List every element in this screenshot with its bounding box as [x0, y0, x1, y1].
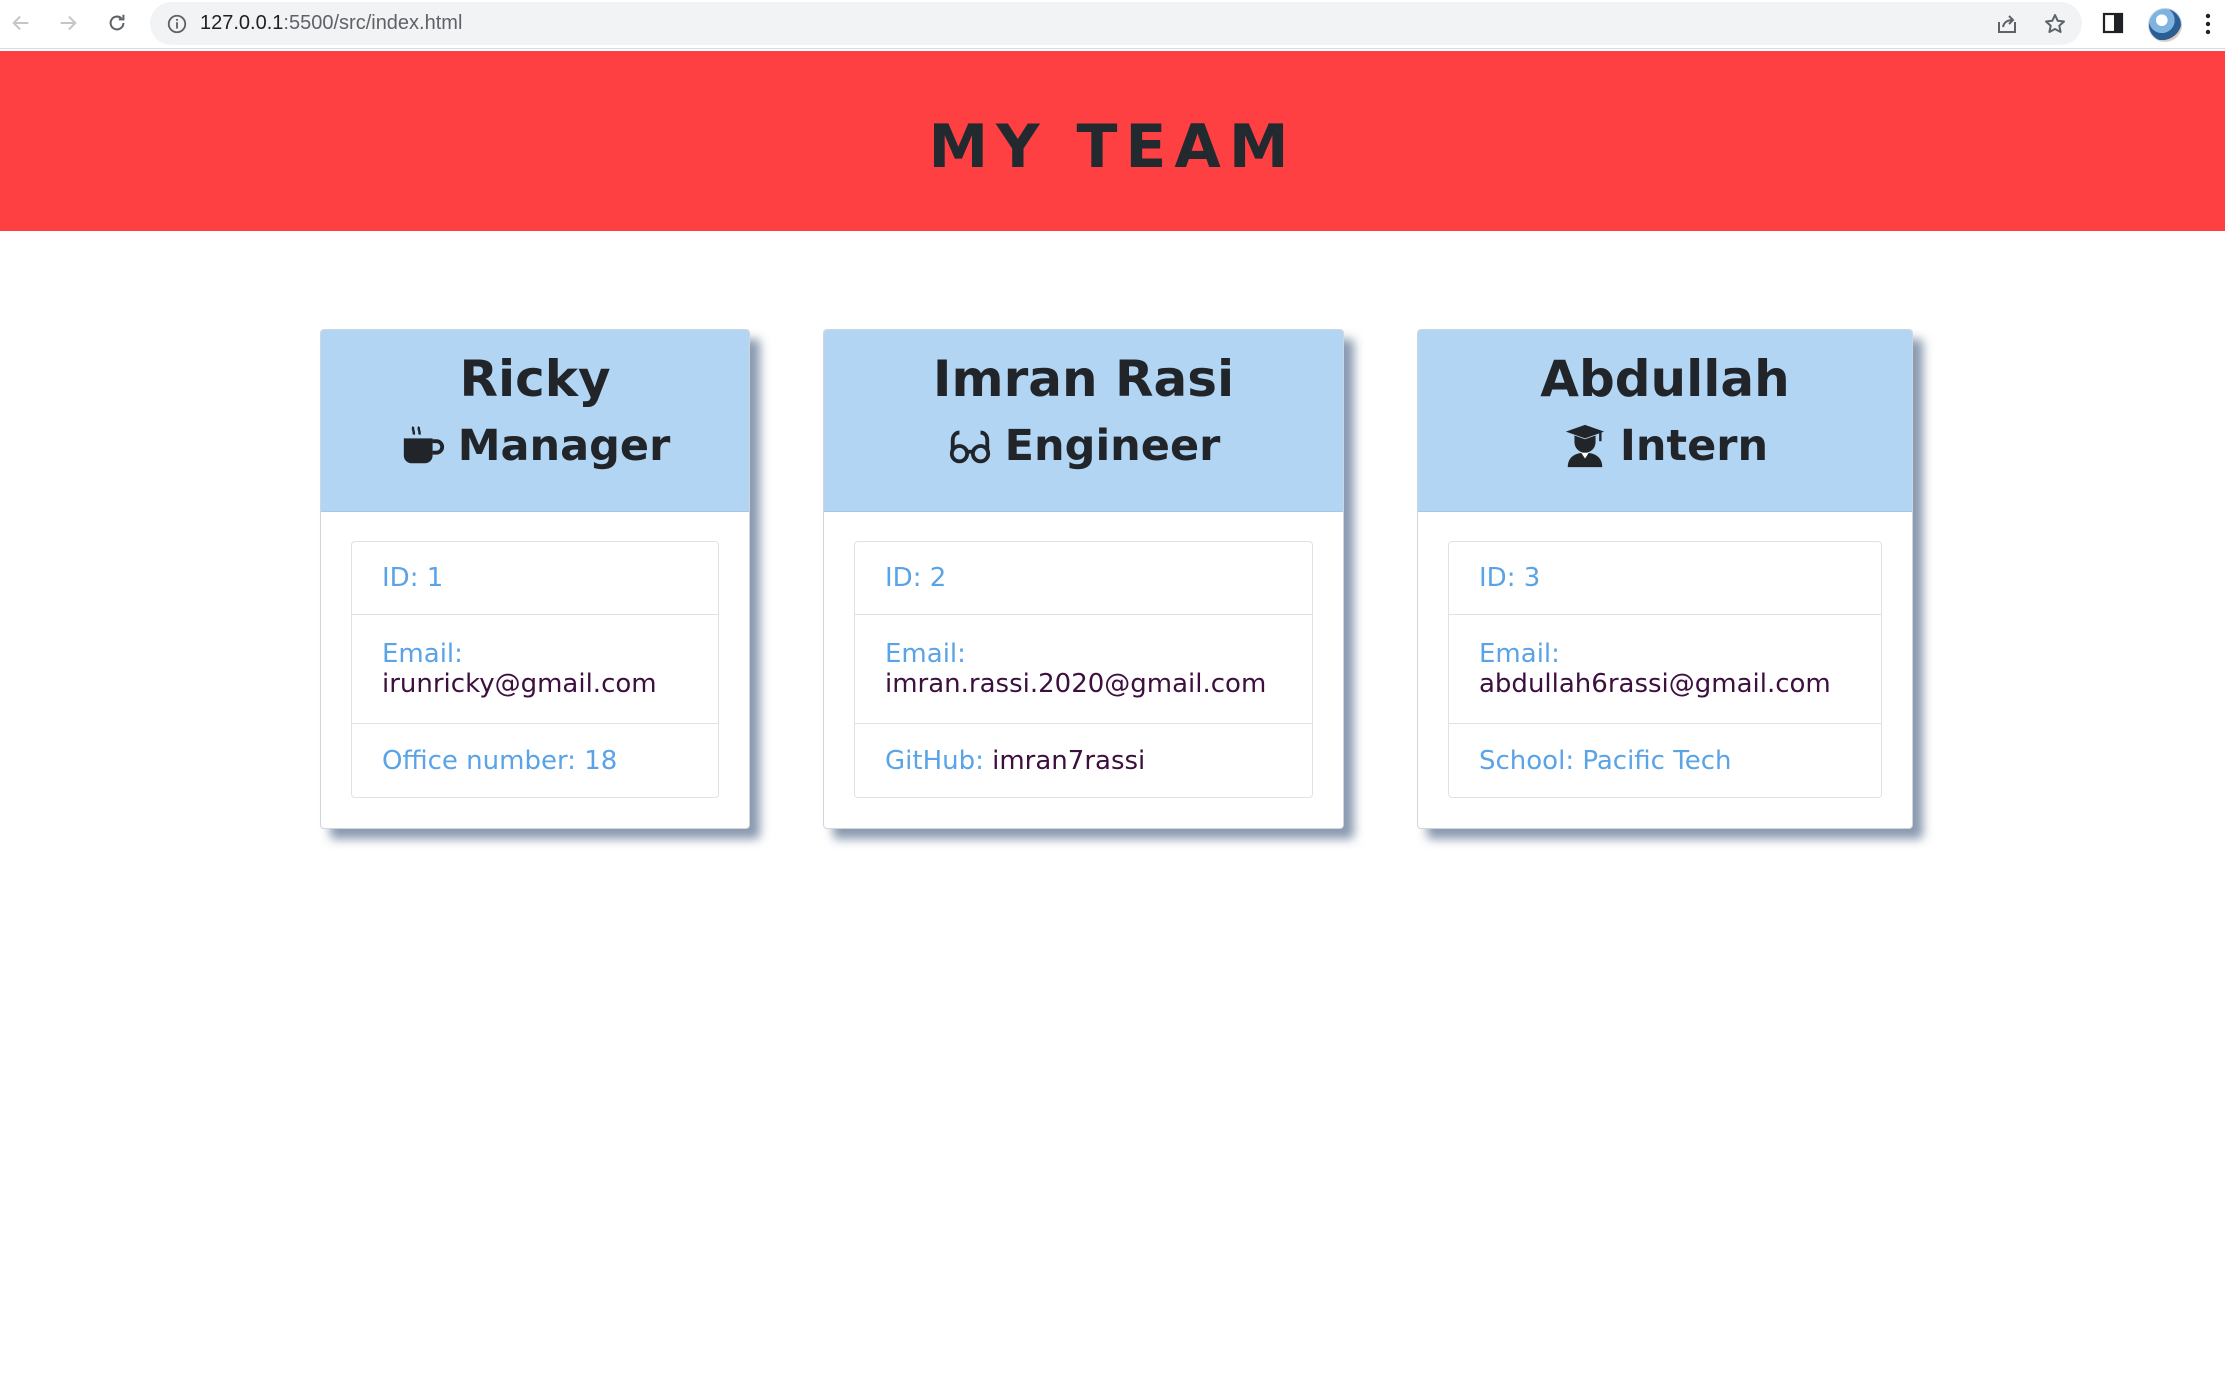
- email-link[interactable]: irunricky@gmail.com: [382, 669, 688, 699]
- employee-name: Abdullah: [1540, 350, 1790, 408]
- employee-role: Intern: [1418, 416, 1912, 476]
- employee-card-manager: Ricky Manager ID: 1 Email: irunricky@gma…: [320, 329, 750, 829]
- info-list: ID: 1 Email: irunricky@gmail.com Office …: [351, 541, 719, 798]
- browser-toolbar: 127.0.0.1:5500/src/index.html: [0, 0, 2225, 49]
- list-item-email: Email: irunricky@gmail.com: [352, 615, 718, 724]
- coffee-mug-icon: [403, 426, 444, 464]
- email-link[interactable]: abdullah6rassi@gmail.com: [1479, 669, 1851, 699]
- github-link[interactable]: imran7rassi: [992, 746, 1145, 776]
- role-label: Intern: [1619, 421, 1769, 471]
- star-icon[interactable]: [2043, 12, 2067, 36]
- github-label: GitHub:: [885, 745, 984, 776]
- info-list: ID: 3 Email: abdullah6rassi@gmail.com Sc…: [1448, 541, 1882, 798]
- list-item-email: Email: abdullah6rassi@gmail.com: [1449, 615, 1881, 724]
- id-text: ID: 1: [382, 563, 444, 593]
- id-text: ID: 2: [885, 563, 947, 593]
- school-text: School: Pacific Tech: [1479, 745, 1732, 776]
- employee-role: Engineer: [824, 416, 1343, 476]
- side-panel-icon[interactable]: [2101, 11, 2125, 35]
- graduate-icon: [1565, 424, 1605, 468]
- id-text: ID: 3: [1479, 563, 1541, 593]
- url-host: 127.0.0.1: [200, 12, 284, 34]
- url-path: :5500/src/index.html: [283, 12, 463, 34]
- role-label: Manager: [457, 421, 671, 471]
- list-item-id: ID: 2: [855, 542, 1312, 615]
- email-link[interactable]: imran.rassi.2020@gmail.com: [885, 669, 1282, 699]
- list-item-id: ID: 3: [1449, 542, 1881, 615]
- team-header: MY TEAM: [0, 51, 2225, 231]
- employee-name: Ricky: [459, 350, 611, 408]
- list-item-school: School: Pacific Tech: [1449, 724, 1881, 797]
- employee-card-intern: Abdullah Intern ID: 3 Email: abdullah6ra…: [1417, 329, 1913, 829]
- list-item-email: Email: imran.rassi.2020@gmail.com: [855, 615, 1312, 724]
- address-bar[interactable]: 127.0.0.1:5500/src/index.html: [150, 2, 2082, 45]
- email-label: Email:: [382, 639, 463, 669]
- office-number-text: Office number: 18: [382, 745, 618, 776]
- glasses-icon: [949, 430, 990, 464]
- card-header: Ricky Manager: [321, 330, 749, 512]
- list-item-id: ID: 1: [352, 542, 718, 615]
- email-label: Email:: [1479, 639, 1560, 669]
- share-icon[interactable]: [1995, 12, 2019, 36]
- kebab-menu-icon[interactable]: [2204, 12, 2212, 36]
- employee-card-engineer: Imran Rasi Engineer ID: 2 Email: imran.r…: [823, 329, 1344, 829]
- forward-arrow-icon[interactable]: [53, 8, 83, 38]
- employee-name: Imran Rasi: [932, 350, 1235, 408]
- card-header: Abdullah Intern: [1418, 330, 1912, 512]
- list-item-github: GitHub: imran7rassi: [855, 724, 1312, 797]
- card-header: Imran Rasi Engineer: [824, 330, 1343, 512]
- list-item-office: Office number: 18: [352, 724, 718, 797]
- page-title: MY TEAM: [928, 112, 1297, 182]
- url-text[interactable]: 127.0.0.1:5500/src/index.html: [200, 12, 462, 35]
- role-label: Engineer: [1004, 421, 1221, 471]
- info-icon[interactable]: [166, 13, 188, 35]
- info-list: ID: 2 Email: imran.rassi.2020@gmail.com …: [854, 541, 1313, 798]
- reload-icon[interactable]: [102, 8, 132, 38]
- back-arrow-icon[interactable]: [6, 8, 36, 38]
- employee-role: Manager: [321, 416, 749, 476]
- email-label: Email:: [885, 639, 966, 669]
- profile-avatar[interactable]: [2148, 8, 2182, 42]
